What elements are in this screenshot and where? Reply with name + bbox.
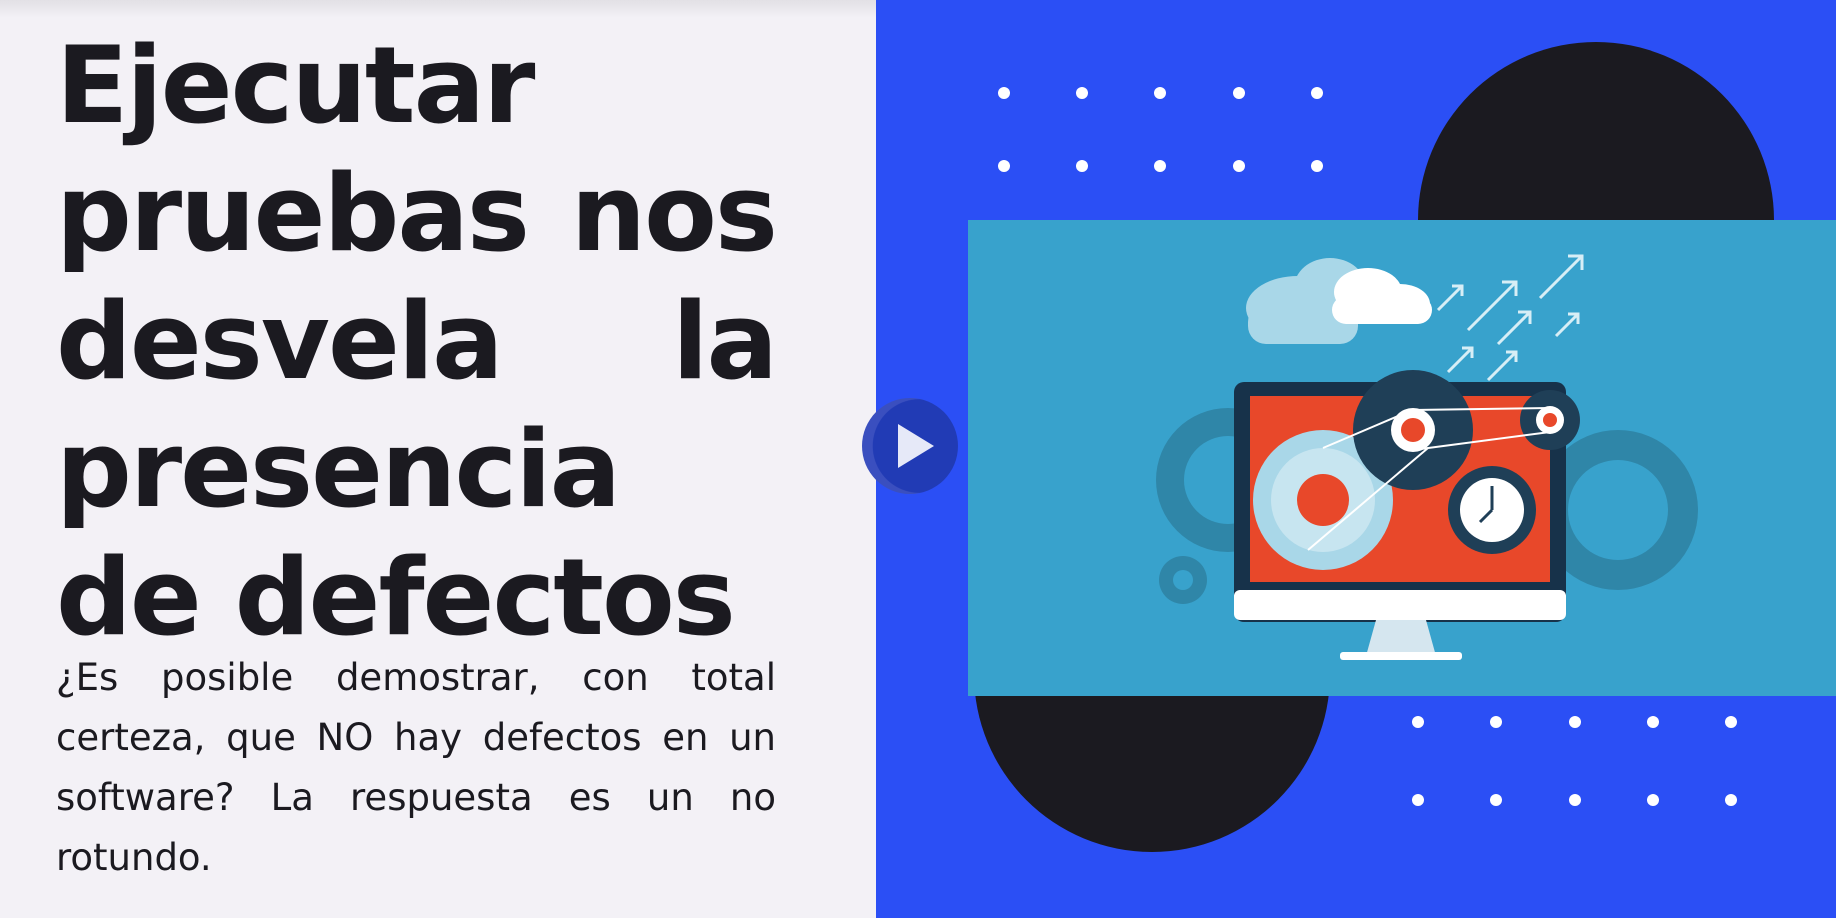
dot: [1076, 87, 1088, 99]
dot: [1490, 716, 1502, 728]
article-panel: Ejecutar pruebas nos desvela la presenci…: [0, 0, 876, 918]
dot: [1233, 87, 1245, 99]
article-title: Ejecutar pruebas nos desvela la presenci…: [56, 24, 778, 659]
dot: [1647, 716, 1659, 728]
top-shadow: [0, 0, 876, 18]
dot: [1490, 794, 1502, 806]
clock-icon: [1448, 466, 1536, 554]
dot: [1076, 160, 1088, 172]
play-button[interactable]: [862, 398, 958, 494]
dot: [1233, 160, 1245, 172]
dot: [1412, 716, 1424, 728]
software-testing-illustration: [968, 220, 1836, 696]
dot: [1412, 794, 1424, 806]
dot: [1154, 87, 1166, 99]
dot: [1647, 794, 1659, 806]
dot: [1725, 716, 1737, 728]
dot: [1311, 160, 1323, 172]
cloud-icon: [1246, 258, 1432, 344]
dot: [1154, 160, 1166, 172]
dot: [1569, 716, 1581, 728]
hero-panel: [876, 0, 1836, 918]
article-lead: ¿Es posible demostrar, con total certeza…: [56, 656, 776, 879]
dot: [1725, 794, 1737, 806]
dot: [1311, 87, 1323, 99]
dot: [998, 160, 1010, 172]
dot: [1569, 794, 1581, 806]
dot: [998, 87, 1010, 99]
arrows-up-right-icon: [1436, 254, 1584, 382]
play-icon: [898, 424, 934, 468]
